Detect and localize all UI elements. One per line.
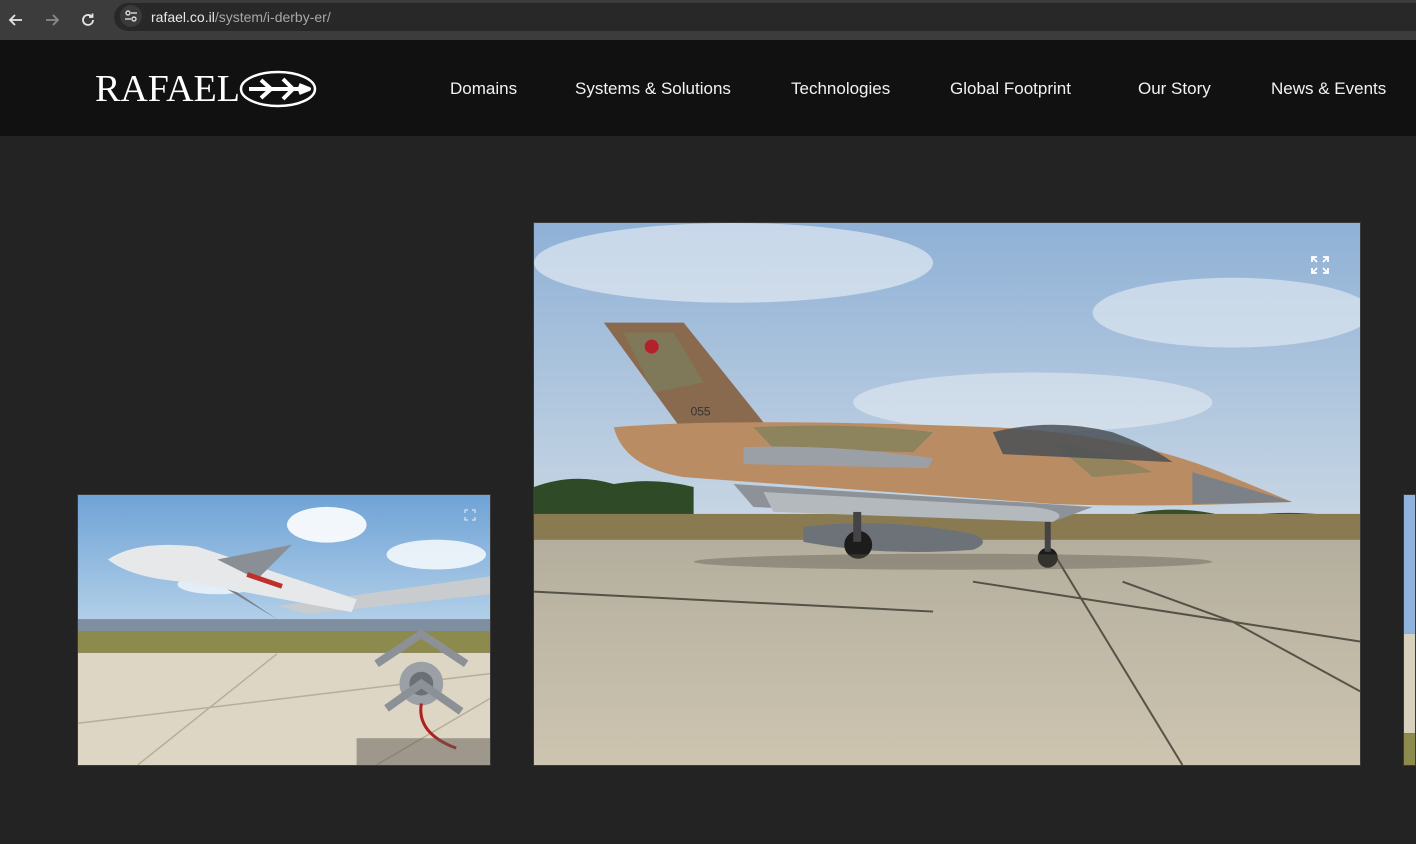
nav-item-technologies[interactable]: Technologies	[791, 79, 890, 99]
nav-item-systems-solutions[interactable]: Systems & Solutions	[575, 79, 731, 99]
missile-closeup-photo[interactable]	[77, 494, 491, 766]
main-nav: Domains Systems & Solutions Technologies…	[0, 40, 1416, 136]
nav-item-domains[interactable]: Domains	[450, 79, 517, 99]
nav-item-news-events[interactable]: News & Events	[1271, 79, 1386, 99]
expand-icon[interactable]	[1310, 255, 1330, 275]
f16-jet-photo[interactable]: 055	[533, 222, 1361, 766]
reload-icon[interactable]	[73, 5, 103, 35]
expand-icon[interactable]	[464, 509, 476, 521]
browser-toolbar: rafael.co.il/system/i-derby-er/	[0, 0, 1416, 40]
f16-jet-image: 055	[534, 223, 1360, 765]
nav-item-global-footprint[interactable]: Global Footprint	[950, 79, 1071, 99]
url-domain: rafael.co.il	[151, 9, 215, 25]
missile-closeup-image	[78, 495, 490, 765]
back-arrow-icon[interactable]	[1, 5, 31, 35]
svg-text:055: 055	[691, 404, 711, 418]
nav-item-our-story[interactable]: Our Story	[1138, 79, 1211, 99]
next-slide-photo[interactable]	[1403, 494, 1416, 766]
url-path: /system/i-derby-er/	[214, 9, 331, 25]
image-gallery: 055	[0, 136, 1416, 844]
site-info-icon[interactable]	[120, 5, 142, 27]
address-url[interactable]: rafael.co.il/system/i-derby-er/	[151, 9, 331, 25]
forward-arrow-icon[interactable]	[37, 5, 67, 35]
site-header: RAFAEL Domains Systems & Solutions Techn…	[0, 40, 1416, 136]
next-slide-image	[1404, 495, 1415, 765]
